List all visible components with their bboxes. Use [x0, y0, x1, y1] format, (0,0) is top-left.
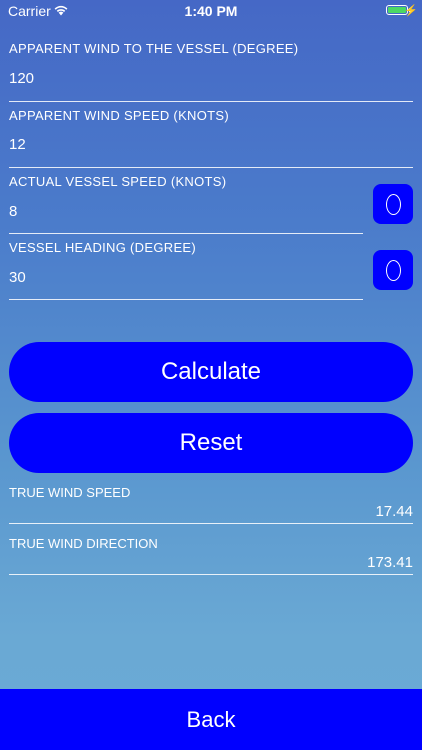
vessel-heading-toggle-button[interactable]: [373, 250, 413, 290]
true-wind-speed-value: 17.44: [375, 503, 413, 520]
ring-icon: [385, 259, 401, 281]
apparent-wind-direction-label: APPARENT WIND TO THE VESSEL (DEGREE): [9, 41, 299, 56]
apparent-wind-speed-input[interactable]: 12: [9, 136, 26, 153]
true-wind-direction-label: TRUE WIND DIRECTION: [9, 536, 158, 551]
vessel-speed-input[interactable]: 8: [9, 203, 17, 220]
ring-icon: [385, 193, 401, 215]
status-bar: Carrier 1:40 PM ⚡: [0, 0, 422, 22]
charging-icon: ⚡: [404, 5, 418, 17]
true-wind-speed-label: TRUE WIND SPEED: [9, 485, 131, 500]
apparent-wind-speed-label: APPARENT WIND SPEED (KNOTS): [9, 108, 229, 123]
vessel-heading-label: VESSEL HEADING (DEGREE): [9, 240, 197, 255]
divider: [9, 574, 413, 575]
divider: [9, 233, 363, 234]
divider: [9, 101, 413, 102]
vessel-speed-label: ACTUAL VESSEL SPEED (KNOTS): [9, 174, 227, 189]
divider: [9, 523, 413, 524]
apparent-wind-direction-input[interactable]: 120: [9, 70, 34, 87]
divider: [9, 167, 413, 168]
reset-button[interactable]: Reset: [9, 413, 413, 473]
divider: [9, 299, 363, 300]
true-wind-direction-value: 173.41: [367, 554, 413, 571]
clock: 1:40 PM: [184, 3, 238, 19]
vessel-heading-input[interactable]: 30: [9, 269, 26, 286]
back-button[interactable]: Back: [0, 689, 422, 750]
vessel-speed-toggle-button[interactable]: [373, 184, 413, 224]
calculate-button[interactable]: Calculate: [9, 342, 413, 402]
